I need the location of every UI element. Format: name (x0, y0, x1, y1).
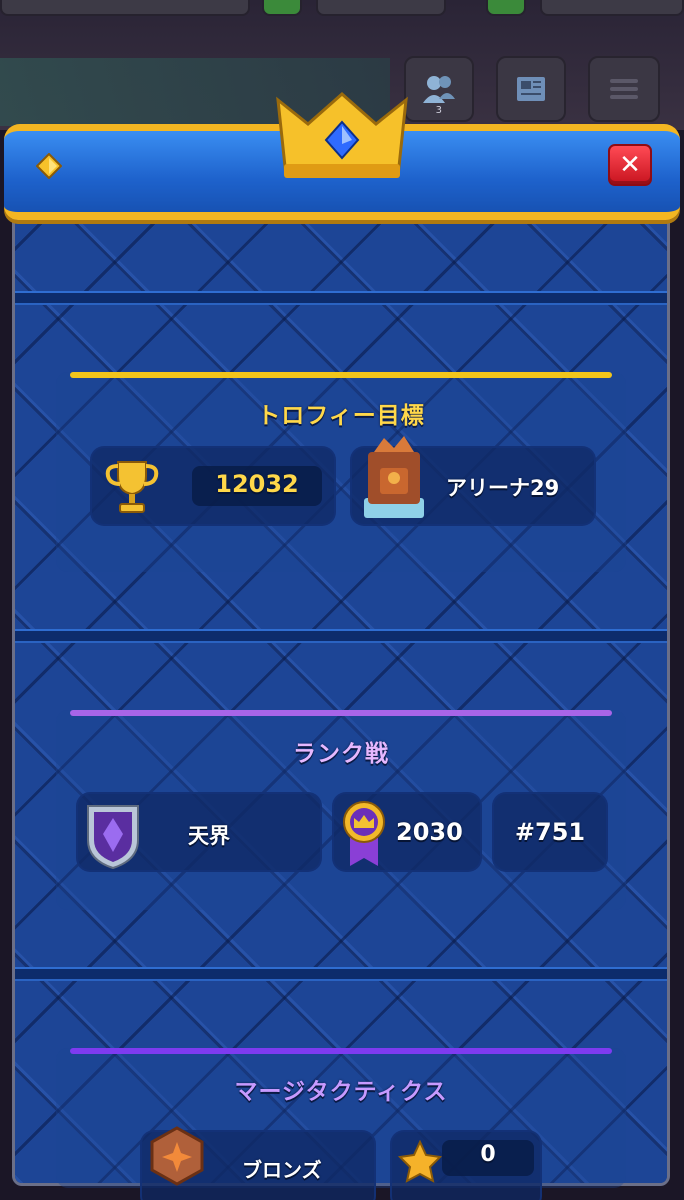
star-icon (398, 1140, 442, 1183)
trophy-goal-title: トロフィー目標 (257, 403, 425, 429)
league-card[interactable]: 天界 (76, 792, 322, 872)
trophy-accent-bar (70, 372, 612, 378)
rating-card: 2030 (332, 792, 482, 872)
merge-accent-bar (70, 1048, 612, 1054)
newspaper-icon (517, 77, 545, 101)
ranked-title: ランク戦 (293, 741, 389, 767)
arena-name: アリーナ29 (446, 476, 560, 500)
ranked-rating: 2030 (396, 818, 463, 846)
merge-tactics-title: マージタクティクス (234, 1079, 448, 1105)
bronze-league-icon (150, 1126, 204, 1186)
crown-medal-icon (343, 801, 385, 866)
merge-tactics-section: マージタクティクス ブロンズ 0 (56, 1048, 626, 1200)
merge-league-name: ブロンズ (242, 1158, 322, 1182)
merge-league-card[interactable]: ブロンズ (140, 1126, 376, 1200)
global-rank: #751 (514, 818, 586, 846)
trophy-goal-section: トロフィー目標 12032 アリーナ29 (56, 372, 626, 572)
section-divider (15, 967, 667, 981)
menu-button[interactable] (588, 56, 660, 122)
player-stats-panel (12, 150, 670, 1186)
close-icon: ✕ (619, 150, 641, 180)
arena-icon (364, 436, 424, 518)
section-divider (15, 291, 667, 305)
merge-stars-card: 0 (390, 1130, 542, 1200)
crown-icon (276, 92, 408, 178)
trophy-count-card: 12032 (90, 446, 336, 526)
gold-add-button[interactable] (262, 0, 302, 16)
friends-count: 3 (435, 105, 442, 116)
gold-diamond-icon (36, 153, 62, 179)
trophy-count: 12032 (215, 470, 299, 498)
league-name: 天界 (188, 824, 230, 848)
ranked-section: ランク戦 天界 2030 #751 (56, 710, 626, 910)
merge-stars: 0 (480, 1142, 496, 1167)
section-divider (15, 629, 667, 643)
panel-background-pattern (15, 153, 667, 1183)
arena-card[interactable]: アリーナ29 (350, 436, 596, 526)
ranked-accent-bar (70, 710, 612, 716)
hamburger-menu-icon (610, 79, 638, 99)
gem-counter (540, 0, 684, 16)
friends-icon (423, 76, 455, 103)
league-badge-icon (87, 805, 139, 870)
experience-bar (0, 0, 250, 16)
gold-counter (316, 0, 446, 16)
gem-add-button[interactable] (486, 0, 526, 16)
global-rank-card: #751 (492, 792, 608, 872)
close-button[interactable]: ✕ (608, 144, 652, 186)
news-button[interactable] (496, 56, 566, 122)
trophy-icon (105, 461, 159, 513)
friends-button[interactable]: 3 (404, 56, 474, 122)
